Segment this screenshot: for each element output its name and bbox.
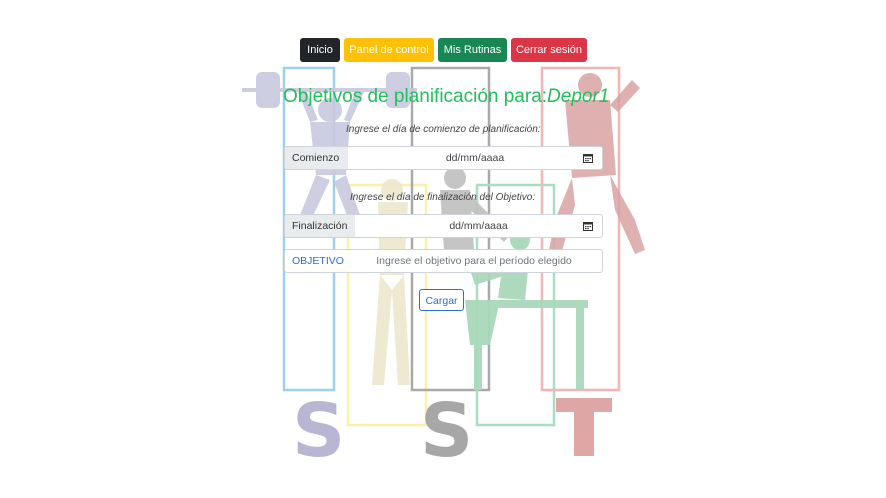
page-title: Objetivos de planificación para:Depor1 [283, 86, 613, 108]
end-date-group: Finalización dd/mm/aaaa [284, 214, 604, 238]
start-date-group: Comienzo dd/mm/aaaa [284, 146, 604, 170]
logo-letter-s-1: S [292, 388, 345, 474]
end-date-label: Finalización [284, 214, 356, 238]
top-nav: Inicio Panel de control Mis Rutinas Cerr… [0, 38, 886, 62]
calendar-icon[interactable] [583, 221, 593, 231]
calendar-icon[interactable] [583, 153, 593, 163]
page-title-text: Objetivos de planificación para: [283, 86, 548, 107]
objective-label: OBJETIVO [284, 249, 347, 273]
start-date-hint: Ingrese el día de comienzo de planificac… [346, 124, 541, 135]
submit-button[interactable]: Cargar [419, 289, 464, 311]
end-date-value: dd/mm/aaaa [449, 220, 508, 232]
objective-group: OBJETIVO Ingrese el objetivo para el per… [284, 249, 604, 273]
start-date-label: Comienzo [284, 146, 349, 170]
logo-letter-t [556, 398, 612, 456]
dashboard-button[interactable]: Panel de control [344, 38, 434, 62]
end-date-input[interactable]: dd/mm/aaaa [355, 214, 603, 238]
end-date-hint: Ingrese el día de finalización del Objet… [350, 192, 536, 203]
home-button[interactable]: Inicio [300, 38, 340, 62]
start-date-input[interactable]: dd/mm/aaaa [348, 146, 603, 170]
routines-button[interactable]: Mis Rutinas [438, 38, 507, 62]
objective-input[interactable]: Ingrese el objetivo para el período eleg… [346, 249, 603, 273]
runner-silhouette [372, 179, 410, 385]
logo-letter-s-2: S [420, 388, 473, 474]
logout-button[interactable]: Cerrar sesión [511, 38, 587, 62]
page-title-username: Depor1 [547, 86, 610, 107]
start-date-value: dd/mm/aaaa [445, 152, 505, 164]
